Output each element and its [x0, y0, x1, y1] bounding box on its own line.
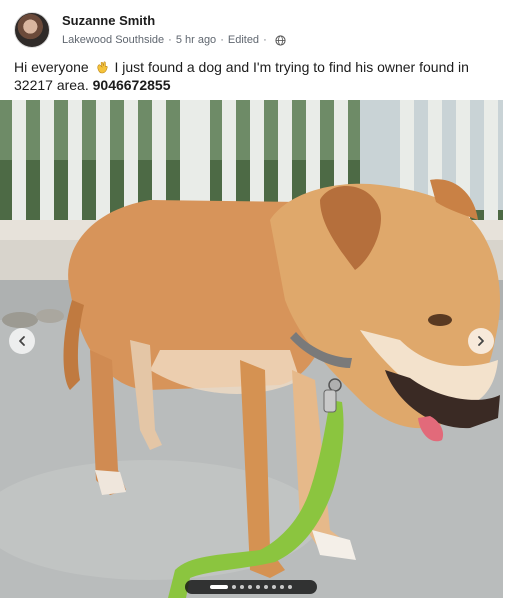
chevron-left-icon — [19, 336, 25, 346]
pager-dot-active[interactable] — [210, 585, 228, 589]
separator-dot: · — [220, 33, 224, 46]
dog-photo-illustration — [0, 100, 503, 598]
author-avatar[interactable] — [14, 12, 50, 48]
photo-pager[interactable] — [185, 580, 317, 594]
post-meta: Suzanne Smith Lakewood Southside · 5 hr … — [62, 13, 286, 48]
waving-hand-icon — [97, 61, 108, 74]
chevron-right-icon — [478, 336, 484, 346]
edited-label: Edited — [227, 33, 260, 46]
separator-dot: · — [168, 33, 172, 46]
author-name[interactable]: Suzanne Smith — [62, 13, 286, 29]
pager-dot[interactable] — [264, 585, 268, 589]
post-location[interactable]: Lakewood Southside — [62, 33, 164, 48]
pager-dot[interactable] — [232, 585, 236, 589]
next-photo-button[interactable] — [468, 328, 494, 354]
pager-dot[interactable] — [240, 585, 244, 589]
pager-dot[interactable] — [288, 585, 292, 589]
post-subline: Lakewood Southside · 5 hr ago · Edited · — [62, 33, 286, 48]
pager-dot[interactable] — [280, 585, 284, 589]
pager-dot[interactable] — [248, 585, 252, 589]
post-body: Hi everyone I just found a dog and I'm t… — [14, 58, 492, 94]
pager-dot[interactable] — [256, 585, 260, 589]
phone-number[interactable]: 9046672855 — [93, 77, 171, 93]
globe-icon — [275, 34, 286, 46]
previous-photo-button[interactable] — [9, 328, 35, 354]
post-photo[interactable] — [0, 100, 503, 598]
post-text-intro: Hi everyone — [14, 59, 89, 75]
post-time[interactable]: 5 hr ago — [176, 33, 216, 48]
separator-dot: · — [263, 33, 267, 46]
post-card: Suzanne Smith Lakewood Southside · 5 hr … — [0, 0, 507, 600]
pager-dot[interactable] — [272, 585, 276, 589]
post-header: Suzanne Smith Lakewood Southside · 5 hr … — [14, 10, 286, 50]
